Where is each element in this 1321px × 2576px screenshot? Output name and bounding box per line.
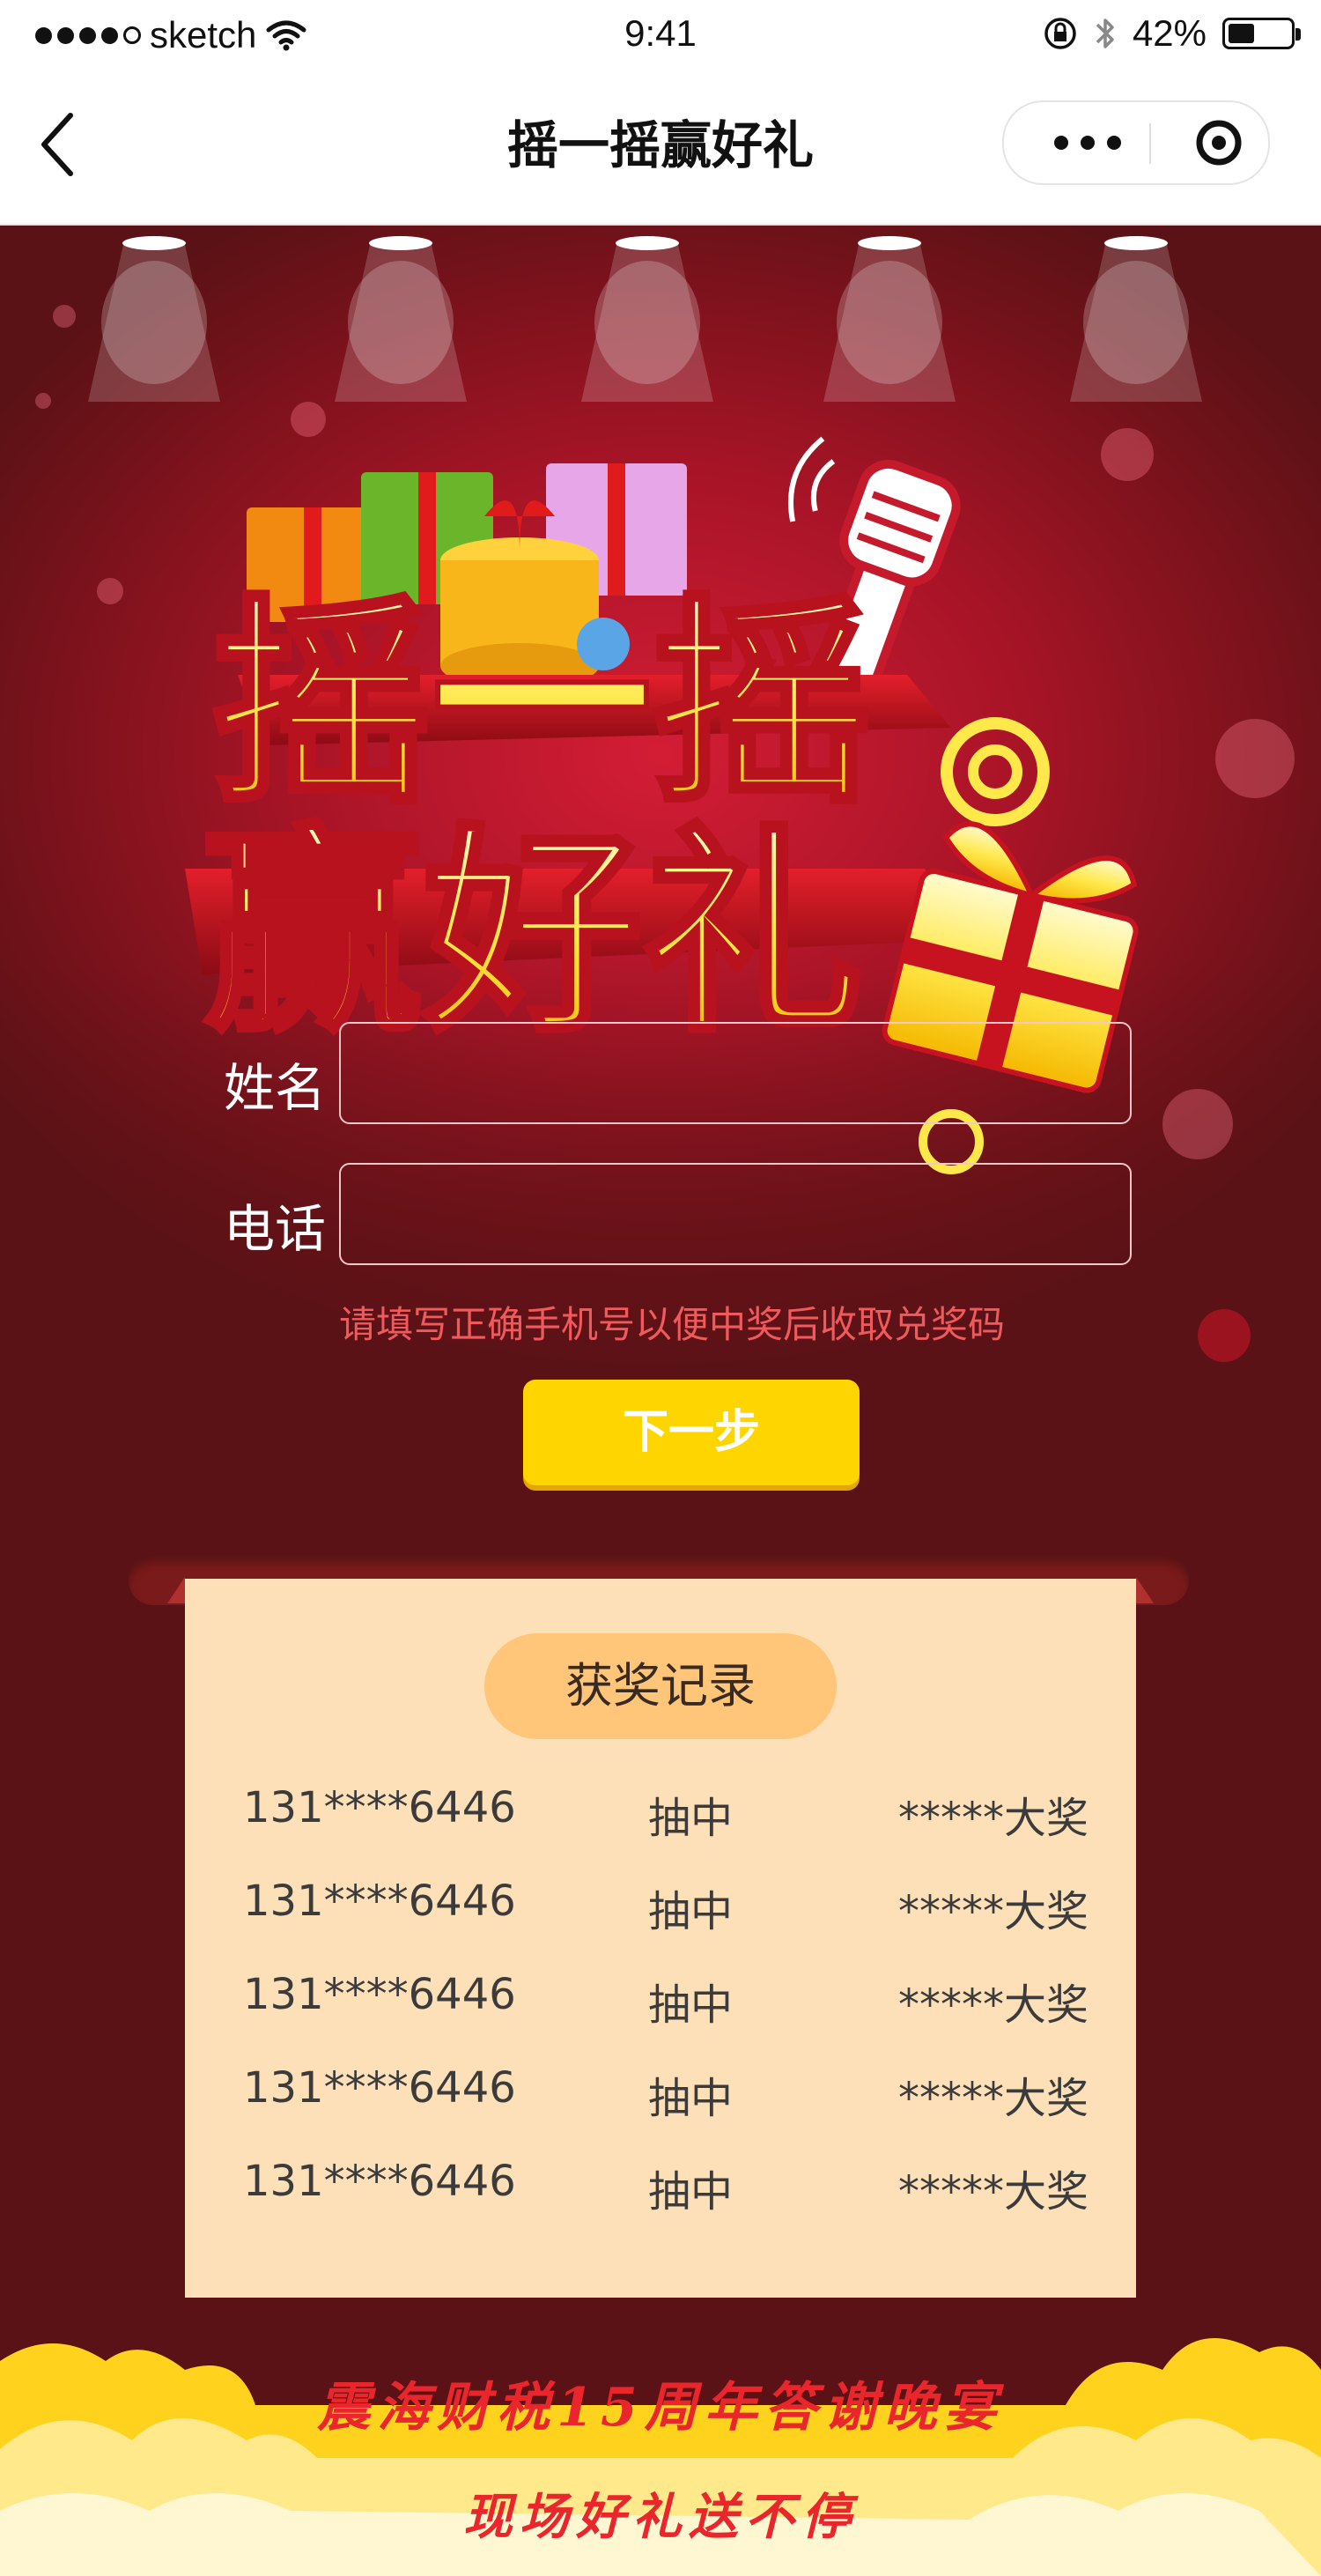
name-row: 姓名: [185, 1022, 1136, 1128]
record-prize: *****大奖: [897, 1980, 1089, 2030]
winning-records-card: 获奖记录 131****6446 抽中 *****大奖 131****6446 …: [185, 1579, 1136, 2298]
record-row: 131****6446 抽中 *****大奖: [243, 2157, 1089, 2218]
spotlight-1: [88, 236, 220, 402]
record-action: 抽中: [648, 2074, 734, 2123]
record-phone: 131****6446: [243, 2063, 516, 2113]
record-prize: *****大奖: [897, 2074, 1089, 2123]
swirl-decoration: [941, 717, 1050, 826]
spotlight-3: [581, 236, 713, 402]
phone-input[interactable]: [339, 1163, 1132, 1265]
record-action: 抽中: [648, 1794, 734, 1843]
status-right: 42%: [1043, 12, 1301, 55]
name-input[interactable]: [339, 1022, 1132, 1124]
record-phone: 131****6446: [243, 2157, 516, 2206]
poster-line-1: 摇一摇: [211, 576, 872, 833]
capsule-divider: [1149, 123, 1151, 164]
phone-label: 电话: [223, 1199, 326, 1259]
phone-row: 电话: [185, 1163, 1136, 1269]
page: sketch 9:41 42% 摇一摇赢好礼 摇一摇 赢好礼 姓名 电话 请填写…: [0, 0, 1321, 2576]
record-row: 131****6446 抽中 *****大奖: [243, 1783, 1089, 1845]
slogan-line-2: 现场好礼送不停: [463, 2488, 858, 2546]
record-row: 131****6446 抽中 *****大奖: [243, 1876, 1089, 1938]
record-prize: *****大奖: [897, 1887, 1089, 1936]
spotlight-4: [823, 236, 956, 402]
phone-hint: 请填写正确手机号以便中奖后收取兑奖码: [339, 1303, 1006, 1346]
record-row: 131****6446 抽中 *****大奖: [243, 1970, 1089, 2032]
spotlight-5: [1070, 236, 1202, 402]
record-phone: 131****6446: [243, 1876, 516, 1926]
battery-icon: [1222, 18, 1301, 49]
record-action: 抽中: [648, 2167, 734, 2217]
record-prize: *****大奖: [897, 2167, 1089, 2217]
nav-bar: 摇一摇赢好礼: [0, 74, 1321, 226]
records-title: 获奖记录: [484, 1633, 837, 1739]
slogan-line-1: 震海财税15周年答谢晚宴: [317, 2377, 1004, 2439]
mini-program-capsule: [1002, 100, 1270, 185]
name-label: 姓名: [223, 1058, 326, 1118]
battery-level: [1229, 24, 1254, 43]
record-prize: *****大奖: [897, 1794, 1089, 1843]
record-phone: 131****6446: [243, 1970, 516, 2019]
next-step-button[interactable]: 下一步: [523, 1380, 860, 1485]
record-phone: 131****6446: [243, 1783, 516, 1832]
record-row: 131****6446 抽中 *****大奖: [243, 2063, 1089, 2125]
status-bar: sketch 9:41 42%: [0, 0, 1321, 74]
close-target-icon[interactable]: [1192, 116, 1245, 169]
spotlight-2: [335, 236, 467, 402]
hero-banner: 摇一摇 赢好礼: [0, 226, 1321, 1459]
record-action: 抽中: [648, 1980, 734, 2030]
record-action: 抽中: [648, 1887, 734, 1936]
bluetooth-icon: [1096, 19, 1114, 48]
battery-percent: 42%: [1132, 12, 1207, 54]
more-icon[interactable]: [1030, 102, 1145, 183]
orientation-lock-icon: [1044, 18, 1076, 49]
